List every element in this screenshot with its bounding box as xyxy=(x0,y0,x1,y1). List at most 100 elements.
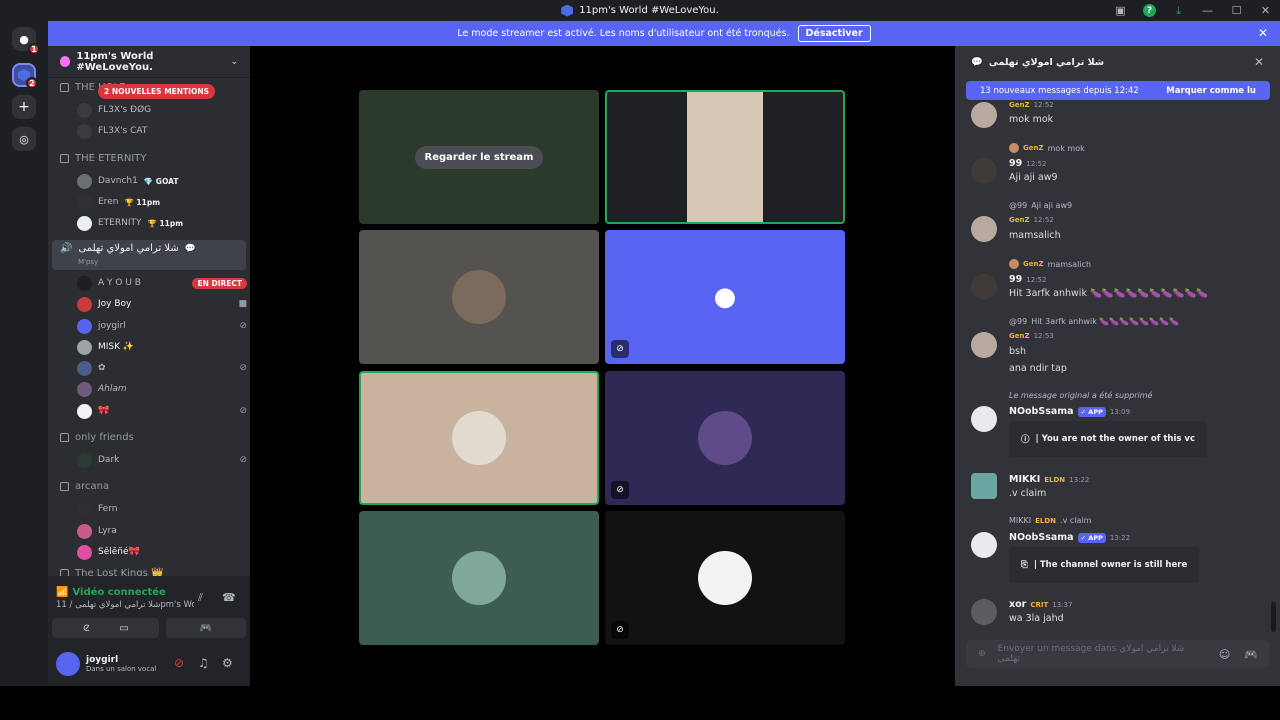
message-text: Hit 3arfk anhwik 🍆🍆🍆🍆🍆🍆🍆🍆🍆🍆 xyxy=(1009,288,1209,299)
message-input[interactable]: Envoyer un message dans شلا ترامي امولاي… xyxy=(998,644,1207,664)
gamepad-icon[interactable]: 🎮 xyxy=(1244,648,1258,661)
voice-user[interactable]: A Y O U B EN DIRECT xyxy=(77,274,247,292)
signal-icon: 📶 xyxy=(56,587,69,598)
category-the-eternity[interactable]: THE ETERNITY xyxy=(60,153,146,164)
message-text: mamsalich xyxy=(1009,230,1061,241)
discord-home-icon[interactable]: ● 1 xyxy=(12,27,40,55)
voice-user[interactable]: Davnch1 💎 GOAT xyxy=(77,172,247,190)
headphones-icon[interactable]: ♫ xyxy=(198,656,209,670)
info-icon: ⓘ xyxy=(1021,435,1030,445)
message-composer[interactable]: ⊕ Envoyer un message dans شلا ترامي امول… xyxy=(966,640,1270,668)
user-tile[interactable]: ⊘ xyxy=(605,371,845,505)
voice-user[interactable]: Eren 🏆 11pm xyxy=(77,193,247,211)
disable-streamer-button[interactable]: Désactiver xyxy=(797,25,871,42)
noise-suppression-icon[interactable]: ⫽ xyxy=(198,591,203,605)
disconnect-icon[interactable]: ☎ xyxy=(222,591,236,604)
category-the-lost-kings[interactable]: The Lost Kings 👑 xyxy=(60,568,163,576)
mark-read-button[interactable]: Marquer comme lu xyxy=(1166,86,1256,96)
lock-icon xyxy=(60,482,69,491)
new-messages-bar[interactable]: 13 nouveaux messages depuis 12:42 Marque… xyxy=(966,81,1270,100)
chat-bubble-icon[interactable]: 💬 xyxy=(185,244,196,254)
lock-icon xyxy=(60,569,69,576)
new-mentions-pill[interactable]: 2 NOUVELLES MENTIONS xyxy=(98,84,216,99)
watch-stream-button[interactable]: Regarder le stream xyxy=(414,145,544,169)
voice-user[interactable]: ETERNITY 🏆 11pm xyxy=(77,214,247,232)
voice-user[interactable]: FL3X's CAT xyxy=(77,122,247,140)
lock-icon xyxy=(60,433,69,442)
voice-user[interactable]: MISK ✨ xyxy=(77,338,247,356)
avatar xyxy=(971,406,997,432)
user-tile[interactable] xyxy=(359,371,599,505)
voice-user[interactable]: joygirl ⊘ xyxy=(77,317,247,335)
emoji-icon[interactable]: ☺ xyxy=(1219,648,1230,661)
category-only-friends[interactable]: only friends xyxy=(60,432,134,443)
reply-preview[interactable]: GenZ mok mok xyxy=(1009,143,1085,153)
close-window-button[interactable]: ✕ xyxy=(1251,0,1280,21)
voice-user[interactable]: Lyra xyxy=(77,522,247,540)
voice-user[interactable]: Ahlam xyxy=(77,380,247,398)
bot-embed: ⓘ | You are not the owner of this vc xyxy=(1009,421,1207,457)
settings-gear-icon[interactable]: ⚙ xyxy=(222,656,233,670)
inbox-icon[interactable]: ▣ xyxy=(1106,0,1135,21)
voice-channel-name[interactable]: 🔊 شلا ترامي امولاي تهلمى 💬 xyxy=(60,243,196,254)
voice-user[interactable]: Fern xyxy=(77,500,247,518)
user-tile[interactable]: ● ⊘ xyxy=(605,230,845,364)
avatar xyxy=(77,501,92,517)
add-attachment-icon[interactable]: ⊕ xyxy=(978,649,986,659)
reply-preview[interactable]: @99 Aji aji aw9 xyxy=(1009,201,1072,210)
discover-icon[interactable]: ◎ xyxy=(12,127,36,151)
category-arcana[interactable]: arcana xyxy=(60,481,109,492)
avatar xyxy=(77,318,92,334)
lock-icon xyxy=(60,83,69,92)
voice-user[interactable]: ✿ ⊘ xyxy=(77,359,247,377)
avatar xyxy=(452,551,506,605)
message-text: bsh xyxy=(1009,346,1027,357)
voice-user[interactable]: FL3X's ĐØG xyxy=(77,101,247,119)
voice-connection-panel: 📶 Vidéo connectée شلا ترامي امولاي تهلمى … xyxy=(48,576,250,686)
user-tile[interactable] xyxy=(359,230,599,364)
voice-user[interactable]: 🎀 ⊘ xyxy=(77,402,247,420)
server-icon-11pm[interactable]: 2 xyxy=(12,63,38,89)
streamer-notice: Le mode streamer est activé. Les noms d'… xyxy=(457,28,790,39)
voice-user[interactable]: Sêlēñé🎀 xyxy=(77,543,247,561)
lock-icon xyxy=(60,154,69,163)
maximize-button[interactable]: ☐ xyxy=(1222,0,1251,21)
camera-tile[interactable] xyxy=(605,90,845,224)
message-text: mok mok xyxy=(1009,114,1054,125)
chat-bubble-icon: 💬 xyxy=(971,56,983,68)
title-bar: 11pm's World #WeLoveYou. ▣ ? ⤓ — ☐ ✕ xyxy=(0,0,1280,21)
avatar xyxy=(77,102,92,118)
user-tile[interactable] xyxy=(359,511,599,645)
avatar xyxy=(77,544,92,560)
chat-scrollbar[interactable] xyxy=(1271,602,1276,632)
message-text: Aji aji aw9 xyxy=(1009,172,1058,183)
avatar xyxy=(698,551,752,605)
server-badge: 2 xyxy=(26,77,38,89)
voice-user[interactable]: Joy Boy ■ xyxy=(77,295,247,313)
close-icon[interactable]: ✕ xyxy=(1258,26,1268,40)
activity-button[interactable]: 🎮 xyxy=(166,618,246,638)
reply-preview: Le message original a été supprimé xyxy=(1009,391,1153,400)
voice-channel-path[interactable]: شلا ترامي امولاي تهلمى / 11pm's World #W… xyxy=(56,600,194,610)
message-text: .v claim xyxy=(1009,488,1047,499)
avatar xyxy=(971,532,997,558)
server-header[interactable]: 11pm's World #WeLoveYou. ⌄ xyxy=(48,46,250,78)
close-icon[interactable]: ✕ xyxy=(1254,55,1264,69)
voice-user[interactable]: Dark ⊘ xyxy=(77,451,247,469)
server-avatar-icon xyxy=(60,56,71,67)
chevron-down-icon[interactable]: ⌄ xyxy=(230,57,238,67)
minimize-button[interactable]: — xyxy=(1193,0,1222,21)
stream-tile[interactable]: Regarder le stream xyxy=(359,90,599,224)
reply-preview[interactable]: GenZ mamsalich xyxy=(1009,259,1091,269)
user-tile[interactable]: ⊘ xyxy=(605,511,845,645)
help-icon[interactable]: ? xyxy=(1135,0,1164,21)
reply-preview[interactable]: MIKKI ELDN .v claim xyxy=(1009,516,1091,525)
mute-mic-icon[interactable]: ⊘ xyxy=(174,656,184,670)
avatar xyxy=(971,158,997,184)
screen-share-button[interactable]: ▭ xyxy=(89,618,159,638)
reply-preview[interactable]: @99 Hit 3arfk anhwik 🍆🍆🍆🍆🍆🍆🍆🍆 xyxy=(1009,317,1179,326)
user-panel[interactable]: joygirl Dans un salon vocal xyxy=(56,652,156,676)
download-icon[interactable]: ⤓ xyxy=(1164,0,1193,21)
avatar xyxy=(77,123,92,139)
add-server-icon[interactable]: + xyxy=(12,95,36,119)
